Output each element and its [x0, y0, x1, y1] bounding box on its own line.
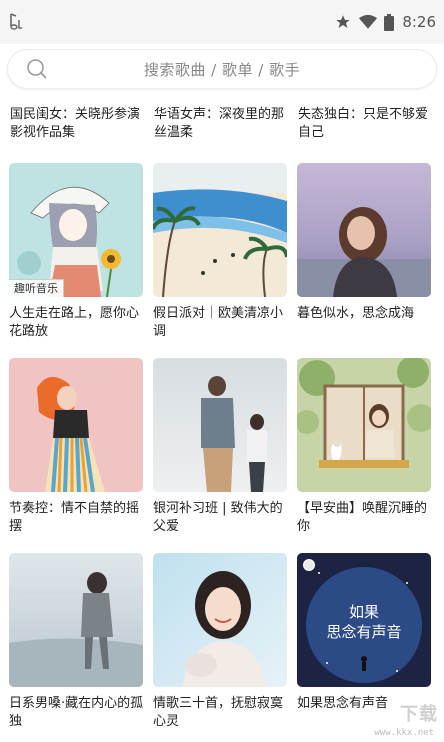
- playlist-cover[interactable]: [9, 358, 143, 492]
- watermark-text: 下载: [400, 704, 438, 725]
- playlist-cover[interactable]: [9, 553, 143, 687]
- music-note-icon: [8, 12, 24, 30]
- playlist-title[interactable]: 【早安曲】唤醒沉睡的你: [297, 500, 433, 536]
- star-icon: [335, 14, 351, 30]
- status-time: 8:26: [402, 13, 436, 31]
- playlist-card[interactable]: 情歌三十首，抚慰寂寞心灵: [153, 553, 287, 731]
- playlist-title[interactable]: 人生走在路上，愿你心花路放: [9, 305, 145, 341]
- playlist-cover[interactable]: [153, 163, 287, 297]
- playlist-card[interactable]: 如果 思念有声音 如果思念有声音: [297, 553, 431, 713]
- watermark-url: www.kkx.net: [374, 728, 434, 738]
- playlist-card[interactable]: 银河补习班 | 致伟大的父爱: [153, 358, 287, 536]
- playlist-grid: 国民闺女：关晓彤参演影视作品集 华语女声：深夜里的那丝温柔 失态独白：只是不够爱…: [0, 100, 444, 742]
- playlist-card[interactable]: 【早安曲】唤醒沉睡的你: [297, 358, 431, 536]
- battery-icon: [384, 13, 395, 31]
- playlist-cover[interactable]: 如果 思念有声音: [297, 553, 431, 687]
- globe-icon: [303, 559, 315, 571]
- search-bar[interactable]: 搜索歌曲 / 歌单 / 歌手: [8, 50, 436, 88]
- playlist-cover[interactable]: [297, 358, 431, 492]
- playlist-title[interactable]: 情歌三十首，抚慰寂寞心灵: [153, 695, 289, 731]
- cover-text: 思念有声音: [326, 623, 402, 641]
- playlist-card[interactable]: 趣听音乐 人生走在路上，愿你心花路放: [9, 163, 143, 341]
- playlist-title[interactable]: 暮色似水，思念成海: [297, 305, 433, 323]
- playlist-card[interactable]: 日系男嗓·藏在内心的孤独: [9, 553, 143, 731]
- source-tag: 趣听音乐: [9, 279, 64, 297]
- playlist-card[interactable]: 节奏控：情不自禁的摇摆: [9, 358, 143, 536]
- playlist-title[interactable]: 节奏控：情不自禁的摇摆: [9, 500, 145, 536]
- playlist-title[interactable]: 银河补习班 | 致伟大的父爱: [153, 500, 289, 536]
- playlist-title[interactable]: 国民闺女：关晓彤参演影视作品集: [10, 106, 146, 142]
- wifi-icon: [359, 14, 378, 30]
- search-placeholder: 搜索歌曲 / 歌单 / 歌手: [143, 61, 301, 79]
- playlist-cover[interactable]: [153, 358, 287, 492]
- playlist-cover[interactable]: [153, 553, 287, 687]
- watermark: 下载 www.kkx.net: [338, 698, 438, 738]
- playlist-title[interactable]: 假日派对｜欧美清凉小调: [153, 305, 289, 341]
- playlist-title[interactable]: 失态独白：只是不够爱自己: [298, 106, 434, 142]
- playlist-cover[interactable]: [297, 163, 431, 297]
- playlist-card[interactable]: 暮色似水，思念成海: [297, 163, 431, 323]
- playlist-card[interactable]: 假日派对｜欧美清凉小调: [153, 163, 287, 341]
- playlist-cover[interactable]: 趣听音乐: [9, 163, 143, 297]
- playlist-title[interactable]: 华语女声：深夜里的那丝温柔: [154, 106, 290, 142]
- cover-text: 如果: [348, 603, 379, 621]
- playlist-title[interactable]: 日系男嗓·藏在内心的孤独: [9, 695, 145, 731]
- status-bar: 8:26: [0, 0, 444, 44]
